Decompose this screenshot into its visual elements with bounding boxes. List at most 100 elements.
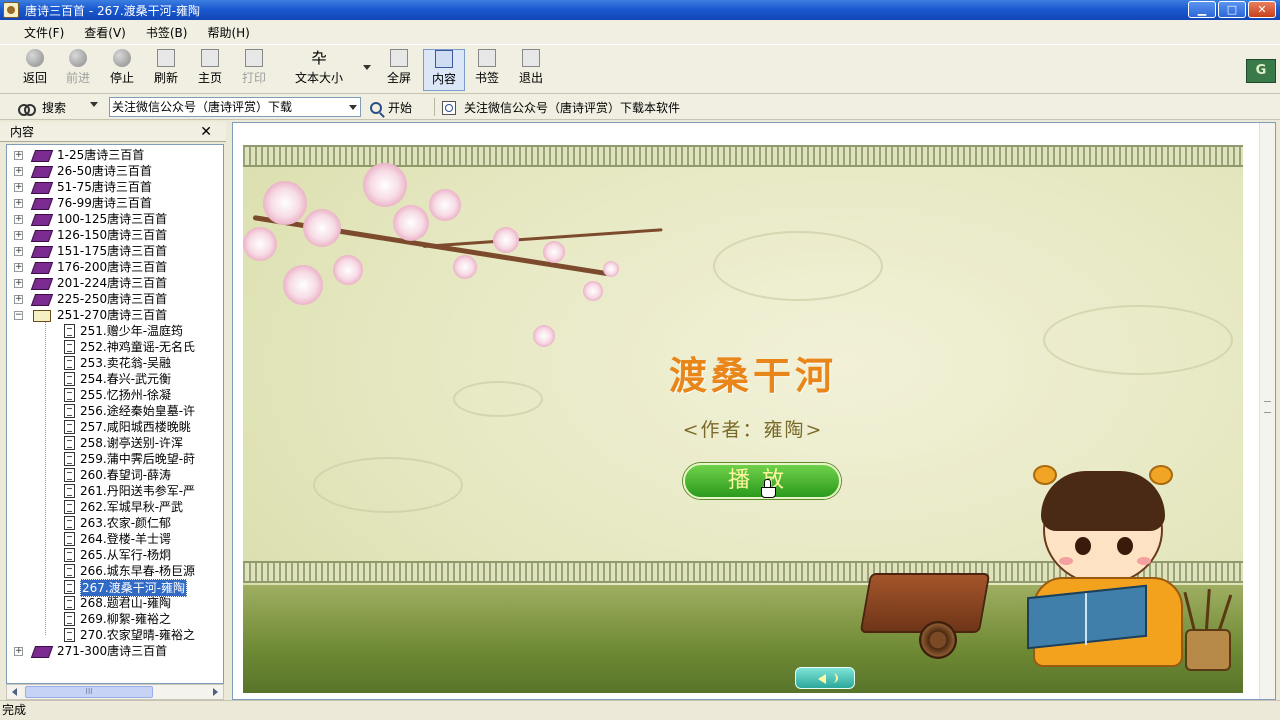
expand-icon[interactable]: +	[14, 295, 23, 304]
tree-poem-row[interactable]: 254.春兴-武元衡	[7, 371, 223, 387]
tree-group-row[interactable]: +176-200唐诗三百首	[7, 259, 223, 275]
expand-icon[interactable]: +	[14, 215, 23, 224]
cherry-blossom	[603, 261, 619, 277]
expand-icon[interactable]: +	[14, 247, 23, 256]
tree-group-row[interactable]: +1-25唐诗三百首	[7, 147, 223, 163]
expand-icon[interactable]: +	[14, 279, 23, 288]
print-label: 打印	[241, 71, 266, 85]
tree-group-row[interactable]: +100-125唐诗三百首	[7, 211, 223, 227]
search-dropdown-icon[interactable]	[90, 102, 98, 107]
tree-poem-row[interactable]: 253.卖花翁-吴融	[7, 355, 223, 371]
menu-help[interactable]: 帮助(H)	[197, 24, 259, 41]
refresh-label: 刷新	[153, 71, 178, 85]
treasure-chest-illustration	[859, 573, 991, 633]
document-icon	[64, 596, 75, 610]
home-button[interactable]: 主页	[193, 49, 227, 91]
text-size-button[interactable]: 卆 文本大小	[284, 49, 354, 91]
collapse-icon[interactable]: −	[14, 311, 23, 320]
tree-group-row[interactable]: +151-175唐诗三百首	[7, 243, 223, 259]
tree-poem-row[interactable]: 266.城东早春-杨巨源	[7, 563, 223, 579]
tree-poem-row[interactable]: 260.春望词-薛涛	[7, 467, 223, 483]
expand-icon[interactable]: +	[14, 167, 23, 176]
cherry-blossom	[283, 265, 323, 305]
expand-icon[interactable]: +	[14, 199, 23, 208]
cherry-blossom	[583, 281, 603, 301]
refresh-button[interactable]: 刷新	[149, 49, 183, 91]
cherry-blossom	[533, 325, 555, 347]
search-input[interactable]: 关注微信公众号（唐诗评赏）下载	[109, 97, 361, 117]
panel-close-icon[interactable]: ✕	[200, 122, 212, 142]
tree-group-row[interactable]: +26-50唐诗三百首	[7, 163, 223, 179]
bookmark-icon	[478, 49, 496, 67]
expand-icon[interactable]: +	[14, 183, 23, 192]
scroll-left-icon[interactable]	[12, 688, 17, 696]
tree-group-row[interactable]: +76-99唐诗三百首	[7, 195, 223, 211]
fullscreen-button[interactable]: 全屏	[381, 49, 417, 91]
bookmark-label: 书签	[474, 71, 499, 85]
tree-poem-label: 254.春兴-武元衡	[80, 372, 172, 386]
tree-group-label: 271-300唐诗三百首	[57, 644, 168, 658]
status-bar: 完成	[0, 700, 1280, 720]
menu-bookmarks[interactable]: 书签(B)	[136, 24, 198, 41]
tree-poem-row[interactable]: 261.丹阳送韦参军-严	[7, 483, 223, 499]
maximize-button[interactable]: □	[1218, 1, 1246, 18]
scroll-grip-icon[interactable]	[1264, 401, 1271, 413]
expand-icon[interactable]: +	[14, 263, 23, 272]
cart-wheel-illustration	[919, 621, 957, 659]
tree-poem-row[interactable]: 259.蒲中霁后晚望-莳	[7, 451, 223, 467]
tree-poem-row[interactable]: 252.神鸡童谣-无名氏	[7, 339, 223, 355]
scroll-right-icon[interactable]	[213, 688, 218, 696]
bookmark-button[interactable]: 书签	[470, 49, 504, 91]
stop-button[interactable]: 停止	[105, 49, 139, 91]
tree-poem-row[interactable]: 268.题君山-雍陶	[7, 595, 223, 611]
tree-poem-row[interactable]: 251.赠少年-温庭筠	[7, 323, 223, 339]
tree-group-row[interactable]: +126-150唐诗三百首	[7, 227, 223, 243]
toolbar: 返回 前进 停止 刷新 主页 打印 卆 文本大小 全屏 内容 书签 退出 G	[0, 44, 1280, 94]
refresh-icon	[157, 49, 175, 67]
tree-poem-row[interactable]: 269.柳絮-雍裕之	[7, 611, 223, 627]
tree-poem-row[interactable]: 262.军城早秋-严武	[7, 499, 223, 515]
tree-poem-row[interactable]: 257.咸阳城西楼晚眺	[7, 419, 223, 435]
document-icon	[64, 612, 75, 626]
close-button[interactable]: ✕	[1248, 1, 1276, 18]
text-size-dropdown[interactable]	[360, 65, 374, 75]
brush-pot-illustration	[1185, 629, 1231, 671]
back-button[interactable]: 返回	[18, 49, 52, 91]
tree-horizontal-scrollbar[interactable]: III	[6, 684, 224, 700]
content-vertical-scrollbar[interactable]	[1259, 123, 1275, 699]
search-go-button[interactable]: 开始	[370, 99, 412, 116]
tree-group-row[interactable]: +51-75唐诗三百首	[7, 179, 223, 195]
document-icon	[64, 484, 75, 498]
print-button[interactable]: 打印	[237, 49, 271, 91]
tree-poem-row[interactable]: 255.忆扬州-徐凝	[7, 387, 223, 403]
boy-eye	[1075, 537, 1091, 555]
minimize-button[interactable]: ▁	[1188, 1, 1216, 18]
tree-poem-row[interactable]: 267.渡桑干河-雍陶	[7, 579, 223, 597]
tree-group-row[interactable]: − 251-270唐诗三百首	[7, 307, 223, 323]
tree-group-label: 126-150唐诗三百首	[57, 228, 168, 242]
tree-poem-row[interactable]: 256.途经秦始皇墓-许	[7, 403, 223, 419]
document-icon	[64, 580, 75, 594]
menu-view[interactable]: 查看(V)	[74, 24, 136, 41]
search-menu[interactable]: 搜索	[18, 99, 66, 116]
tree-poem-label: 266.城东早春-杨巨源	[80, 564, 196, 578]
scroll-thumb[interactable]: III	[25, 686, 153, 698]
tree-poem-row[interactable]: 264.登楼-羊士谔	[7, 531, 223, 547]
expand-icon[interactable]: +	[14, 231, 23, 240]
tree-poem-row[interactable]: 265.从军行-杨炯	[7, 547, 223, 563]
tree-group-row[interactable]: +201-224唐诗三百首	[7, 275, 223, 291]
content-button[interactable]: 内容	[423, 49, 465, 91]
expand-icon[interactable]: +	[14, 647, 23, 656]
tree-poem-row[interactable]: 263.农家-颜仁郁	[7, 515, 223, 531]
tree-poem-row[interactable]: 270.农家望晴-雍裕之	[7, 627, 223, 643]
forward-button[interactable]: 前进	[61, 49, 95, 91]
tree-poem-row[interactable]: 258.谢亭送别-许浑	[7, 435, 223, 451]
menu-file[interactable]: 文件(F)	[14, 24, 74, 41]
expand-icon[interactable]: +	[14, 151, 23, 160]
speaker-icon[interactable]	[795, 667, 855, 689]
combo-arrow-icon[interactable]	[346, 98, 360, 116]
tree-group-row[interactable]: +271-300唐诗三百首	[7, 643, 223, 659]
document-icon	[64, 452, 75, 466]
tree-group-row[interactable]: +225-250唐诗三百首	[7, 291, 223, 307]
exit-button[interactable]: 退出	[514, 49, 548, 91]
